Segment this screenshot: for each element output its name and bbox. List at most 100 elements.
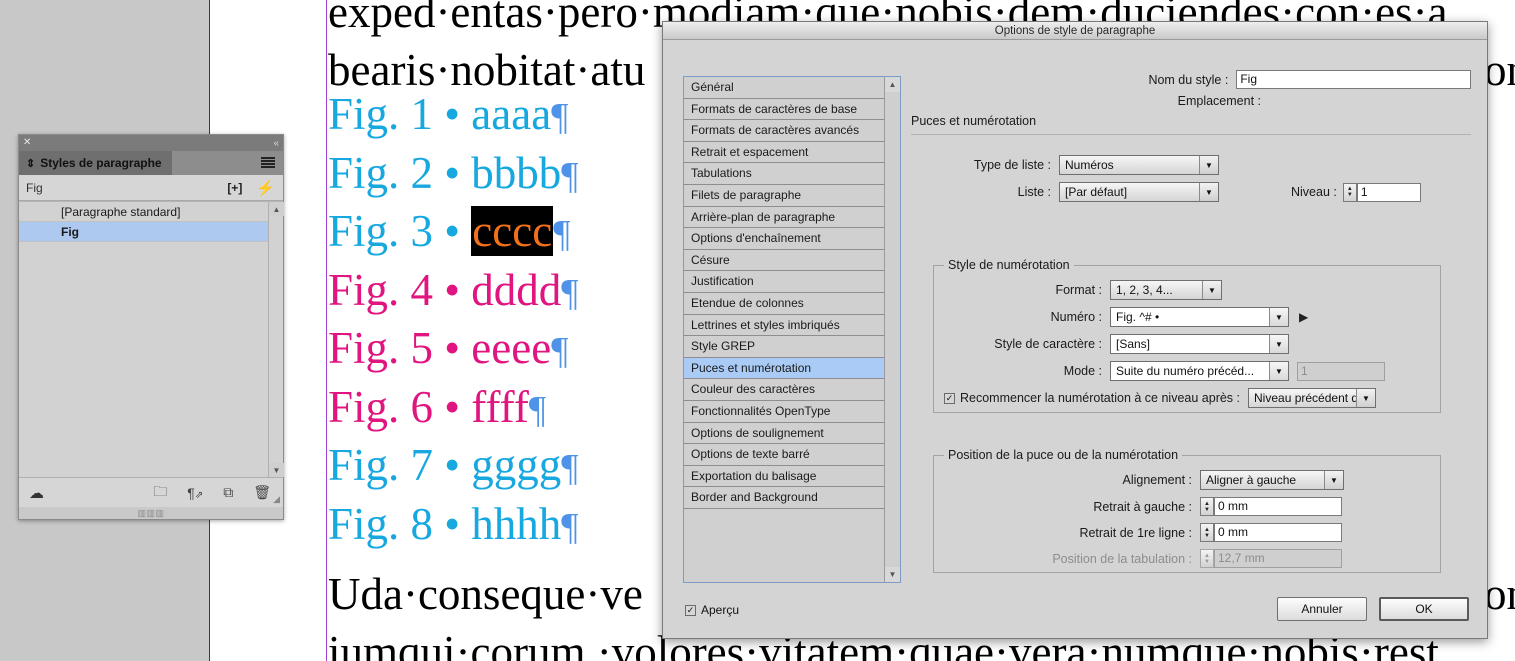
category-item[interactable]: Options de soulignement xyxy=(684,422,884,445)
category-item[interactable]: Général xyxy=(684,77,884,99)
delete-style-icon[interactable]: 🗑 xyxy=(253,484,271,501)
ok-button[interactable]: OK xyxy=(1379,597,1469,621)
category-item[interactable]: Options d'enchaînement xyxy=(684,228,884,250)
figure-body-text: aaaa xyxy=(471,89,552,139)
scroll-up-icon[interactable]: ▲ xyxy=(885,77,900,92)
list-item[interactable]: [Paragraphe standard] xyxy=(19,202,268,222)
list-type-label: Type de liste : xyxy=(973,158,1051,172)
new-style-group-icon[interactable]: 🗀 xyxy=(153,481,167,505)
create-new-style-icon[interactable]: ⧉ xyxy=(223,484,233,501)
character-style-select[interactable]: [Sans] ▼ xyxy=(1110,334,1289,354)
paragraph-style-options-dialog[interactable]: Options de style de paragraphe Général Fo… xyxy=(662,21,1488,639)
figure-body-text: cccc xyxy=(471,206,554,256)
pilcrow-mark: ¶ xyxy=(561,505,579,548)
insert-special-character-icon[interactable]: ▶ xyxy=(1299,310,1308,324)
tab-paragraph-styles[interactable]: ⇕ Styles de paragraphe xyxy=(19,151,172,175)
panel-titlebar[interactable]: ✕ « xyxy=(19,135,283,151)
scroll-up-icon[interactable]: ▲ xyxy=(269,202,284,216)
list-select[interactable]: [Par défaut] ▼ xyxy=(1059,182,1219,202)
close-icon[interactable]: ✕ xyxy=(23,138,31,148)
paragraph-styles-panel[interactable]: ✕ « ⇕ Styles de paragraphe Fig [+] ⚡ [Pa… xyxy=(18,134,284,520)
list-item-label: Fig xyxy=(61,225,79,239)
restart-numbering-value: Niveau précédent q xyxy=(1254,391,1359,405)
mode-number-input[interactable]: 1 xyxy=(1297,361,1385,381)
chevron-down-icon[interactable]: ▼ xyxy=(1202,281,1221,299)
panel-subbar: Fig [+] ⚡ xyxy=(19,175,283,201)
category-item[interactable]: Couleur des caractères xyxy=(684,379,884,401)
category-list-rows: Général Formats de caractères de base Form… xyxy=(684,77,884,582)
panel-grip-bar[interactable]: ▥▥▥ xyxy=(19,507,283,519)
category-item[interactable]: Césure xyxy=(684,249,884,272)
character-style-row: Style de caractère : [Sans] ▼ xyxy=(934,334,1440,354)
chevron-down-icon[interactable]: ▼ xyxy=(1269,362,1288,380)
category-item[interactable]: Justification xyxy=(684,271,884,293)
category-item[interactable]: Options de texte barré xyxy=(684,444,884,466)
category-item[interactable]: Border and Background xyxy=(684,487,884,509)
tab-position-input[interactable]: 12,7 mm xyxy=(1214,549,1342,568)
chevron-down-icon[interactable]: ▼ xyxy=(1269,308,1288,326)
chevron-down-icon[interactable]: ▼ xyxy=(1199,183,1218,201)
scroll-down-icon[interactable]: ▼ xyxy=(885,567,900,582)
stepper-down-icon[interactable]: ▼ xyxy=(1347,192,1353,198)
category-item-label: Puces et numérotation xyxy=(691,360,812,375)
category-item[interactable]: Arrière-plan de paragraphe xyxy=(684,206,884,229)
figure-line: Fig. 4 • dddd¶ xyxy=(328,264,579,316)
category-item[interactable]: Formats de caractères de base xyxy=(684,98,884,121)
styles-list-scrollbar[interactable]: ▲ ▼ xyxy=(268,202,284,477)
clear-overrides-icon[interactable]: ¶⇗ xyxy=(187,485,203,501)
quick-apply-icon[interactable]: ⚡ xyxy=(256,179,275,197)
number-input[interactable]: Fig. ^# • ▼ xyxy=(1110,307,1289,327)
format-select[interactable]: 1, 2, 3, 4... ▼ xyxy=(1110,280,1222,300)
category-item[interactable]: Puces et numérotation xyxy=(684,357,884,380)
tab-position-stepper[interactable]: ▲ ▼ xyxy=(1200,549,1214,568)
restart-numbering-checkbox[interactable]: ✓ xyxy=(944,392,955,404)
level-input[interactable]: 1 xyxy=(1356,182,1421,202)
left-indent-stepper[interactable]: ▲ ▼ xyxy=(1200,497,1214,516)
category-item[interactable]: Filets de paragraphe xyxy=(684,184,884,207)
stepper-down-icon[interactable]: ▼ xyxy=(1204,533,1210,539)
resize-handle-icon[interactable]: ◢ xyxy=(273,494,280,505)
list-type-select[interactable]: Numéros ▼ xyxy=(1059,155,1219,175)
mode-select[interactable]: Suite du numéro précéd... ▼ xyxy=(1110,361,1289,381)
number-value: Fig. ^# • xyxy=(1116,310,1160,324)
style-name-input[interactable]: Fig xyxy=(1236,70,1471,89)
dialog-titlebar[interactable]: Options de style de paragraphe xyxy=(663,22,1487,40)
category-item[interactable]: Fonctionnalités OpenType xyxy=(684,400,884,423)
category-list[interactable]: Général Formats de caractères de base Form… xyxy=(683,76,901,583)
format-row: Format : 1, 2, 3, 4... ▼ xyxy=(934,280,1440,300)
cancel-button[interactable]: Annuler xyxy=(1277,597,1367,621)
figure-line: Fig. 7 • gggg¶ xyxy=(328,439,579,491)
category-item[interactable]: Tabulations xyxy=(684,163,884,185)
left-indent-label: Retrait à gauche : xyxy=(1093,499,1192,514)
preview-label: Aperçu xyxy=(701,603,740,617)
first-line-indent-input[interactable]: 0 mm xyxy=(1214,523,1342,542)
category-item[interactable]: Etendue de colonnes xyxy=(684,292,884,315)
cloud-icon[interactable]: ☁ xyxy=(29,484,44,502)
list-item[interactable]: Fig xyxy=(19,222,268,242)
left-indent-input[interactable]: 0 mm xyxy=(1214,497,1342,516)
bullet-position-group-title: Position de la puce ou de la numérotatio… xyxy=(944,448,1183,462)
new-style-bracket-icon[interactable]: [+] xyxy=(227,181,242,195)
figure-body-text: bbbb xyxy=(471,147,562,198)
category-item[interactable]: Style GREP xyxy=(684,336,884,358)
preview-checkbox[interactable]: ✓ xyxy=(685,604,696,616)
category-item[interactable]: Formats de caractères avancés xyxy=(684,120,884,142)
hamburger-icon[interactable] xyxy=(261,157,275,168)
chevron-down-icon[interactable]: ▼ xyxy=(1324,471,1343,489)
restart-numbering-select[interactable]: Niveau précédent q ▼ xyxy=(1248,388,1377,408)
category-scrollbar[interactable]: ▲ ▼ xyxy=(884,77,900,582)
chevron-down-icon[interactable]: ▼ xyxy=(1356,389,1376,407)
first-line-indent-stepper[interactable]: ▲ ▼ xyxy=(1200,523,1214,542)
level-stepper[interactable]: ▲ ▼ xyxy=(1342,182,1357,202)
scroll-down-icon[interactable]: ▼ xyxy=(269,463,284,477)
category-item[interactable]: Retrait et espacement xyxy=(684,141,884,164)
category-item[interactable]: Lettrines et styles imbriqués xyxy=(684,314,884,337)
chevron-down-icon[interactable]: ▼ xyxy=(1199,156,1218,174)
stepper-down-icon[interactable]: ▼ xyxy=(1204,507,1210,513)
stepper-down-icon[interactable]: ▼ xyxy=(1204,559,1210,565)
collapse-panel-icon[interactable]: « xyxy=(273,138,278,149)
category-item[interactable]: Exportation du balisage xyxy=(684,465,884,488)
chevron-down-icon[interactable]: ▼ xyxy=(1269,335,1288,353)
alignment-select[interactable]: Aligner à gauche ▼ xyxy=(1200,470,1344,490)
figure-body-text: ffff xyxy=(471,381,529,432)
